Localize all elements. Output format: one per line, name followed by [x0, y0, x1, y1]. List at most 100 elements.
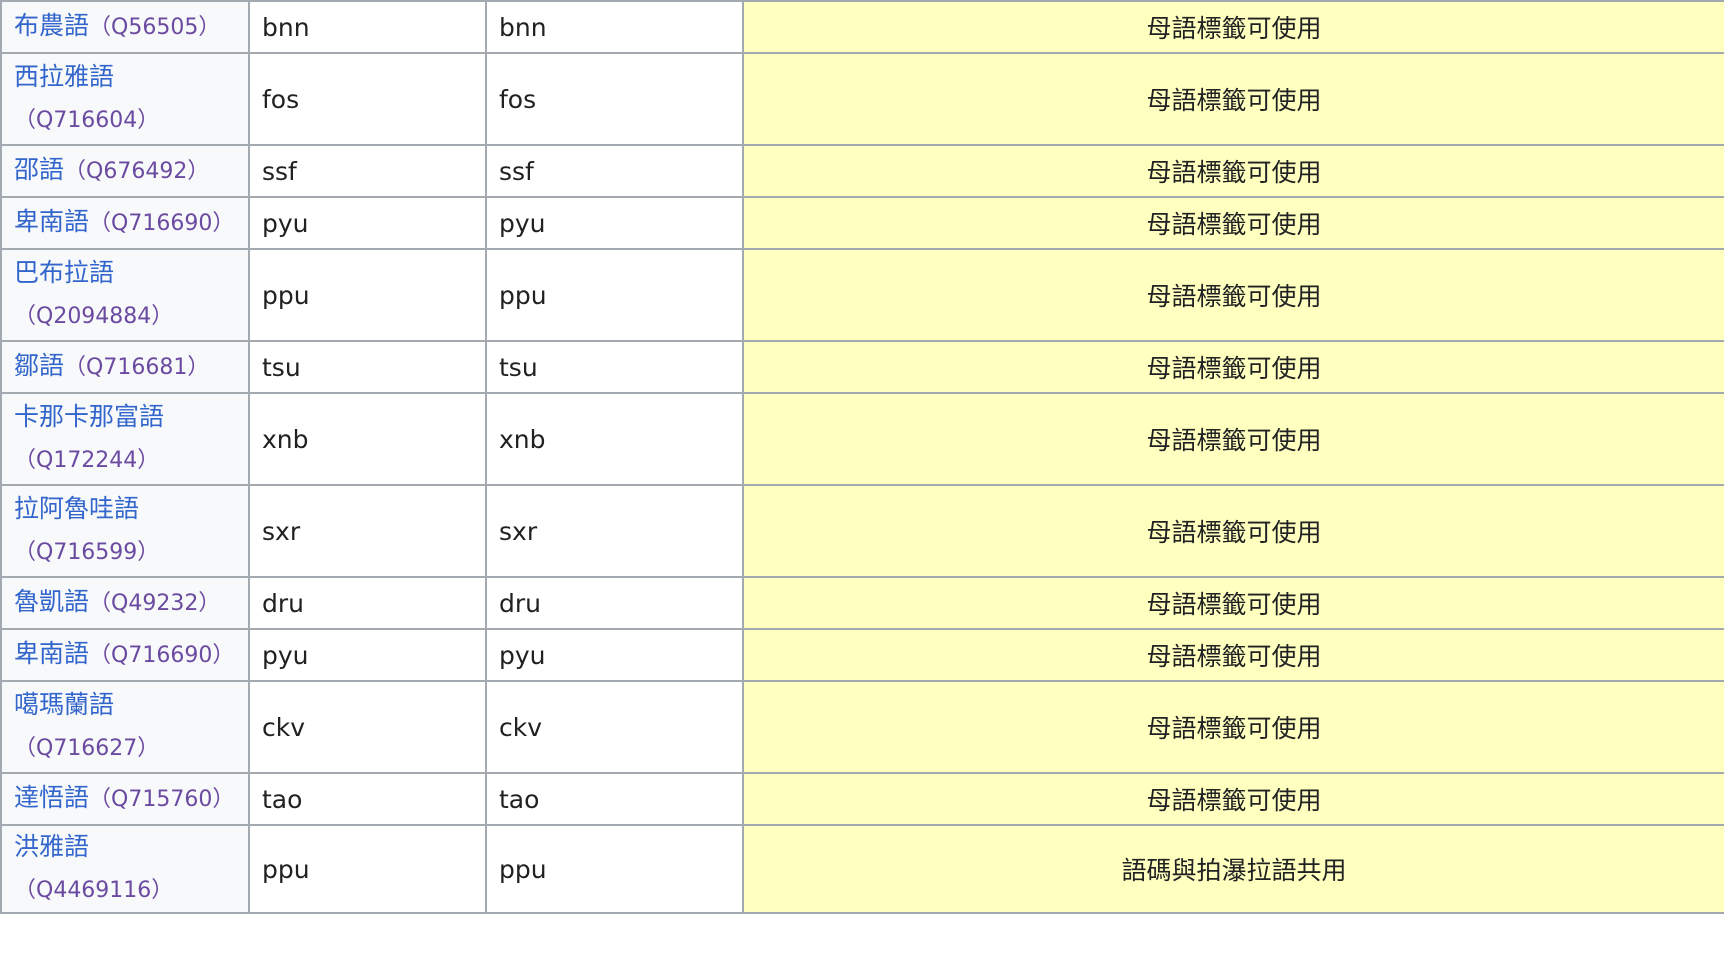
language-name-link[interactable]: 噶瑪蘭語 — [14, 690, 114, 719]
iso-code-cell: fos — [248, 52, 487, 146]
wikidata-link[interactable]: （Q4469116） — [14, 874, 173, 903]
language-tag-cell: pyu — [485, 196, 744, 250]
status-cell: 母語標籤可使用 — [742, 340, 1724, 394]
wikidata-link[interactable]: （Q716627） — [14, 732, 159, 761]
wikidata-id: （Q716681） — [64, 355, 210, 380]
language-tag-cell: ckv — [485, 680, 744, 774]
language-name-link[interactable]: 卑南語 — [14, 639, 89, 668]
wikidata-link[interactable]: （Q49232） — [89, 587, 220, 616]
wikidata-id: （Q172244） — [14, 448, 160, 473]
status-cell: 母語標籤可使用 — [742, 392, 1724, 486]
wikidata-link[interactable]: （Q56505） — [89, 11, 220, 40]
language-tag-cell: sxr — [485, 484, 744, 578]
language-name-cell: 西拉雅語 （Q716604） — [0, 52, 250, 146]
iso-code-cell: tao — [248, 772, 487, 826]
status-cell: 母語標籤可使用 — [742, 52, 1724, 146]
language-name-link[interactable]: 巴布拉語 — [14, 258, 114, 287]
wikidata-id: （Q716599） — [14, 540, 160, 565]
iso-code-cell: ckv — [248, 680, 487, 774]
table-row: 巴布拉語 （Q2094884） ppu ppu 母語標籤可使用 — [0, 248, 1724, 342]
wikidata-link[interactable]: （Q716604） — [14, 104, 159, 133]
wikidata-id: （Q716604） — [14, 108, 160, 133]
language-name-link[interactable]: 鄒語 — [14, 351, 64, 380]
status-cell: 母語標籤可使用 — [742, 0, 1724, 54]
table-row: 魯凱語（Q49232） dru dru 母語標籤可使用 — [0, 576, 1724, 630]
wikidata-link[interactable]: （Q716599） — [14, 536, 159, 565]
language-name-link[interactable]: 邵語 — [14, 155, 64, 184]
language-tag-cell: pyu — [485, 628, 744, 682]
language-name-cell: 洪雅語 （Q4469116） — [0, 824, 250, 914]
language-name-cell: 卡那卡那富語 （Q172244） — [0, 392, 250, 486]
language-name-link[interactable]: 達悟語 — [14, 783, 89, 812]
table-row: 達悟語（Q715760） tao tao 母語標籤可使用 — [0, 772, 1724, 826]
status-cell: 母語標籤可使用 — [742, 772, 1724, 826]
language-name-link[interactable]: 魯凱語 — [14, 587, 89, 616]
wikidata-id: （Q2094884） — [14, 304, 174, 329]
iso-code-cell: pyu — [248, 628, 487, 682]
table-row: 鄒語（Q716681） tsu tsu 母語標籤可使用 — [0, 340, 1724, 394]
language-code-table: 布農語（Q56505） bnn bnn 母語標籤可使用 西拉雅語 （Q716604） fos… — [0, 0, 1724, 914]
language-tag-cell: ppu — [485, 824, 744, 914]
wikidata-id: （Q715760） — [89, 787, 235, 812]
wikidata-link[interactable]: （Q716690） — [89, 639, 234, 668]
table-row: 拉阿魯哇語 （Q716599） sxr sxr 母語標籤可使用 — [0, 484, 1724, 578]
wikidata-link[interactable]: （Q676492） — [64, 155, 209, 184]
wikidata-id: （Q716690） — [89, 643, 235, 668]
language-table-body: 布農語（Q56505） bnn bnn 母語標籤可使用 西拉雅語 （Q716604） fos… — [0, 0, 1724, 914]
language-tag-cell: tsu — [485, 340, 744, 394]
status-cell: 母語標籤可使用 — [742, 576, 1724, 630]
wikidata-link[interactable]: （Q715760） — [89, 783, 234, 812]
language-tag-cell: ppu — [485, 248, 744, 342]
language-name-cell: 噶瑪蘭語 （Q716627） — [0, 680, 250, 774]
wikidata-link[interactable]: （Q716681） — [64, 351, 209, 380]
wikidata-id: （Q4469116） — [14, 878, 174, 903]
language-name-cell: 卑南語（Q716690） — [0, 628, 250, 682]
language-tag-cell: xnb — [485, 392, 744, 486]
language-tag-cell: bnn — [485, 0, 744, 54]
language-tag-cell: tao — [485, 772, 744, 826]
language-name-link[interactable]: 洪雅語 — [14, 832, 89, 861]
wikidata-id: （Q49232） — [89, 591, 221, 616]
language-name-link[interactable]: 拉阿魯哇語 — [14, 494, 139, 523]
iso-code-cell: dru — [248, 576, 487, 630]
language-name-cell: 達悟語（Q715760） — [0, 772, 250, 826]
wikidata-link[interactable]: （Q172244） — [14, 444, 159, 473]
language-name-link[interactable]: 西拉雅語 — [14, 62, 114, 91]
iso-code-cell: tsu — [248, 340, 487, 394]
status-cell: 母語標籤可使用 — [742, 628, 1724, 682]
table-row: 噶瑪蘭語 （Q716627） ckv ckv 母語標籤可使用 — [0, 680, 1724, 774]
iso-code-cell: ppu — [248, 248, 487, 342]
status-cell: 母語標籤可使用 — [742, 144, 1724, 198]
language-name-cell: 魯凱語（Q49232） — [0, 576, 250, 630]
wikidata-id: （Q56505） — [89, 15, 221, 40]
status-cell: 母語標籤可使用 — [742, 680, 1724, 774]
table-row: 布農語（Q56505） bnn bnn 母語標籤可使用 — [0, 0, 1724, 54]
iso-code-cell: pyu — [248, 196, 487, 250]
table-row: 洪雅語（Q4469116） ppu ppu 語碼與拍瀑拉語共用 — [0, 824, 1724, 914]
language-tag-cell: dru — [485, 576, 744, 630]
language-name-link[interactable]: 卡那卡那富語 — [14, 402, 164, 431]
wikidata-link[interactable]: （Q716690） — [89, 207, 234, 236]
language-tag-cell: ssf — [485, 144, 744, 198]
wikidata-id: （Q716690） — [89, 211, 235, 236]
table-row: 卡那卡那富語 （Q172244） xnb xnb 母語標籤可使用 — [0, 392, 1724, 486]
iso-code-cell: sxr — [248, 484, 487, 578]
iso-code-cell: bnn — [248, 0, 487, 54]
status-cell: 母語標籤可使用 — [742, 196, 1724, 250]
status-cell: 語碼與拍瀑拉語共用 — [742, 824, 1724, 914]
table-row: 卑南語（Q716690） pyu pyu 母語標籤可使用 — [0, 196, 1724, 250]
language-name-link[interactable]: 卑南語 — [14, 207, 89, 236]
language-name-cell: 邵語（Q676492） — [0, 144, 250, 198]
wikidata-id: （Q716627） — [14, 736, 160, 761]
iso-code-cell: ppu — [248, 824, 487, 914]
table-row: 邵語（Q676492） ssf ssf 母語標籤可使用 — [0, 144, 1724, 198]
language-name-link[interactable]: 布農語 — [14, 11, 89, 40]
wikidata-link[interactable]: （Q2094884） — [14, 300, 173, 329]
status-cell: 母語標籤可使用 — [742, 484, 1724, 578]
iso-code-cell: ssf — [248, 144, 487, 198]
language-name-cell: 拉阿魯哇語 （Q716599） — [0, 484, 250, 578]
status-cell: 母語標籤可使用 — [742, 248, 1724, 342]
iso-code-cell: xnb — [248, 392, 487, 486]
language-tag-cell: fos — [485, 52, 744, 146]
table-row: 卑南語（Q716690） pyu pyu 母語標籤可使用 — [0, 628, 1724, 682]
